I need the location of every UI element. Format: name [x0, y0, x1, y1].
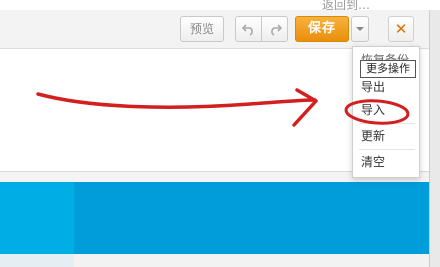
- preview-button[interactable]: 预览: [180, 16, 224, 42]
- window-right-edge: [429, 10, 440, 267]
- undo-button[interactable]: [235, 16, 262, 42]
- menu-separator: [359, 123, 415, 124]
- redo-button[interactable]: [261, 16, 288, 42]
- more-actions-tooltip: 更多操作: [360, 60, 416, 78]
- save-button[interactable]: 保存: [295, 16, 349, 42]
- blue-banner: [0, 182, 429, 254]
- menu-item-update[interactable]: 更新: [353, 125, 419, 147]
- menu-item-clear[interactable]: 清空: [353, 151, 419, 173]
- chevron-down-icon: [356, 27, 364, 31]
- close-button[interactable]: ✕: [388, 16, 414, 42]
- menu-item-import[interactable]: 导入: [353, 99, 419, 121]
- editor-toolbar: 预览 保存 ✕: [0, 10, 440, 49]
- bottom-strip-left: [0, 254, 74, 267]
- more-actions-button[interactable]: [351, 16, 369, 42]
- redo-icon: [270, 24, 282, 36]
- menu-item-export[interactable]: 导出: [353, 76, 419, 98]
- menu-separator: [359, 149, 415, 150]
- undo-icon: [241, 24, 253, 36]
- top-bar: 返回到…: [0, 0, 440, 12]
